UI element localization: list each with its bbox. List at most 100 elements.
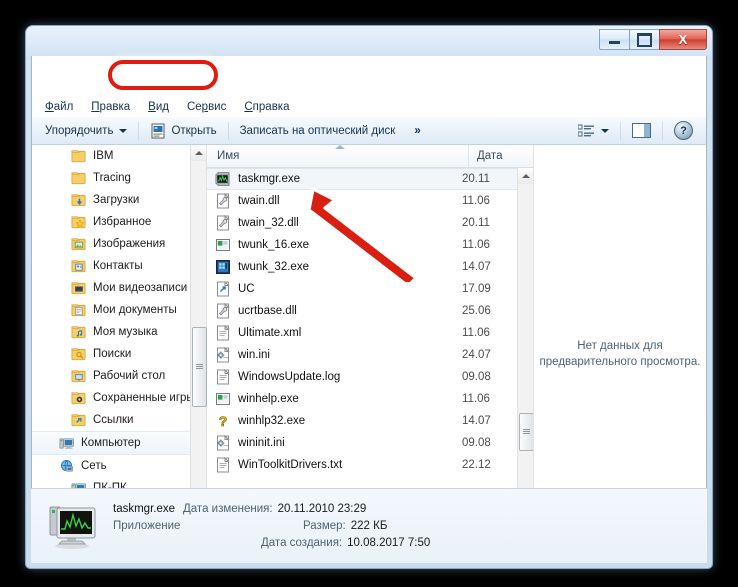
view-options-button[interactable] <box>571 121 616 141</box>
folder-downloads-icon <box>71 193 86 206</box>
help-button[interactable]: ? <box>667 118 700 143</box>
scrollbar-thumb[interactable] <box>519 413 533 451</box>
organize-button[interactable]: Упорядочить <box>38 122 134 140</box>
table-row[interactable]: twunk_16.exe 11.06 <box>207 234 518 256</box>
network-icon <box>60 459 74 472</box>
sidebar-item-3[interactable]: Избранное <box>32 211 191 233</box>
toolbar-right-group: ? <box>571 118 706 143</box>
details-line-size: Приложение Размер: 222 КБ <box>113 518 430 535</box>
preview-pane-icon <box>632 123 651 138</box>
folder-savedgames-icon <box>71 391 86 404</box>
menu-tools[interactable]: Сервис <box>178 99 235 115</box>
sidebar-item-12[interactable]: Ссылки <box>32 409 191 431</box>
sidebar-item-10[interactable]: Рабочий стол <box>32 365 191 387</box>
sidebar-item-label: Моя музыка <box>93 326 158 338</box>
table-row[interactable]: Ultimate.xml 11.06 <box>207 322 518 344</box>
column-headers: Имя Дата <box>207 145 533 168</box>
file-date: 11.06 <box>462 393 490 405</box>
table-row[interactable]: twunk_32.exe 14.07 <box>207 256 518 278</box>
table-row[interactable]: win.ini 24.07 <box>207 344 518 366</box>
sidebar-item-label: Ссылки <box>93 414 134 426</box>
scrollbar-thumb[interactable] <box>192 327 207 407</box>
table-row[interactable]: twain_32.dll 20.11 <box>207 212 518 234</box>
open-button[interactable]: Открыть <box>143 120 223 142</box>
open-file-icon <box>151 123 165 138</box>
sidebar-item-label: Компьютер <box>81 437 141 449</box>
table-row[interactable]: wininit.ini 09.08 <box>207 432 518 454</box>
file-date: 17.09 <box>462 283 491 295</box>
file-date: 11.06 <box>462 239 490 251</box>
toolbar-separator <box>620 121 621 140</box>
table-row[interactable]: ucrtbase.dll 25.06 <box>207 300 518 322</box>
menu-help[interactable]: Справка <box>235 99 298 115</box>
sidebar-item-label: Загрузки <box>93 194 140 206</box>
file-name: twunk_32.exe <box>238 261 309 273</box>
details-filetype: Приложение <box>113 519 181 532</box>
sidebar-item-14[interactable]: Сеть <box>32 455 191 477</box>
menu-view[interactable]: Вид <box>139 99 178 115</box>
scroll-up-button[interactable] <box>518 168 533 184</box>
sidebar-item-1[interactable]: Tracing <box>32 167 191 189</box>
toolbar-overflow-button[interactable]: » <box>402 122 427 140</box>
details-line-modified: taskmgr.exe Дата изменения: 20.11.2010 2… <box>113 501 430 518</box>
sidebar-item-label: Сохраненные игры <box>93 392 191 404</box>
sidebar-item-13[interactable]: Компьютер <box>32 431 191 455</box>
taskmanager-large-icon <box>49 506 96 549</box>
minimize-button[interactable] <box>599 29 630 50</box>
sidebar-item-8[interactable]: Моя музыка <box>32 321 191 343</box>
maximize-icon <box>637 32 652 47</box>
file-name: WindowsUpdate.log <box>238 371 341 383</box>
file-date: 11.06 <box>462 195 490 207</box>
annotation-rectangle <box>108 60 218 90</box>
file-date: 11.06 <box>462 327 490 339</box>
caption-buttons: X <box>599 29 707 50</box>
folder-icon <box>71 171 86 184</box>
sidebar-item-2[interactable]: Загрузки <box>32 189 191 211</box>
file-name: WinToolkitDrivers.txt <box>238 459 343 471</box>
close-button[interactable]: X <box>659 29 707 50</box>
burn-button[interactable]: Записать на оптический диск <box>233 122 403 140</box>
menu-file[interactable]: Файл <box>36 99 82 115</box>
scroll-up-button[interactable] <box>191 145 206 161</box>
ini-icon <box>217 347 230 363</box>
file-date: 09.08 <box>462 371 491 383</box>
open-label: Открыть <box>171 124 217 137</box>
table-row[interactable]: taskmgr.exe 20.11 <box>207 168 518 190</box>
maximize-button[interactable] <box>629 29 660 50</box>
details-created-label: Дата создания: <box>261 536 343 549</box>
table-row[interactable]: ? winhlp32.exe 14.07 <box>207 410 518 432</box>
folder-icon <box>71 149 86 162</box>
table-row[interactable]: WinToolkitDrivers.txt 22.12 <box>207 454 518 476</box>
file-name: winhelp.exe <box>238 393 299 405</box>
sidebar-item-9[interactable]: Поиски <box>32 343 191 365</box>
file-name: wininit.ini <box>238 437 285 449</box>
table-row[interactable]: winhelp.exe 11.06 <box>207 388 518 410</box>
folder-videos-icon <box>71 281 86 294</box>
file-name: twain_32.dll <box>238 217 299 229</box>
chevron-up-icon <box>521 174 530 178</box>
sidebar-item-7[interactable]: Мои документы <box>32 299 191 321</box>
preview-pane-button[interactable] <box>625 120 658 141</box>
preview-empty-text: Нет данных для предварительного просмотр… <box>539 339 701 368</box>
toolbar-separator <box>138 121 140 140</box>
menu-edit[interactable]: Правка <box>82 99 139 115</box>
file-date: 22.12 <box>462 459 491 471</box>
svg-text:?: ? <box>219 413 228 429</box>
sidebar-item-0[interactable]: IBM <box>32 145 191 167</box>
file-date: 25.06 <box>462 305 491 317</box>
sidebar-item-4[interactable]: Изображения <box>32 233 191 255</box>
help-icon: ? <box>674 121 693 140</box>
sidebar-item-6[interactable]: Мои видеозаписи <box>32 277 191 299</box>
details-created-value: 10.08.2017 7:50 <box>347 536 431 549</box>
taskmanager-icon <box>215 172 230 186</box>
toolbar-separator <box>662 121 663 140</box>
table-row[interactable]: twain.dll 11.06 <box>207 190 518 212</box>
sidebar-item-label: Контакты <box>93 260 143 272</box>
sidebar-item-5[interactable]: Контакты <box>32 255 191 277</box>
table-row[interactable]: UC 17.09 <box>207 278 518 300</box>
table-row[interactable]: WindowsUpdate.log 09.08 <box>207 366 518 388</box>
details-info: taskmgr.exe Дата изменения: 20.11.2010 2… <box>113 501 430 552</box>
column-header-date[interactable]: Дата <box>469 145 533 167</box>
sidebar-item-11[interactable]: Сохраненные игры <box>32 387 191 409</box>
exe-app-icon <box>216 260 230 274</box>
